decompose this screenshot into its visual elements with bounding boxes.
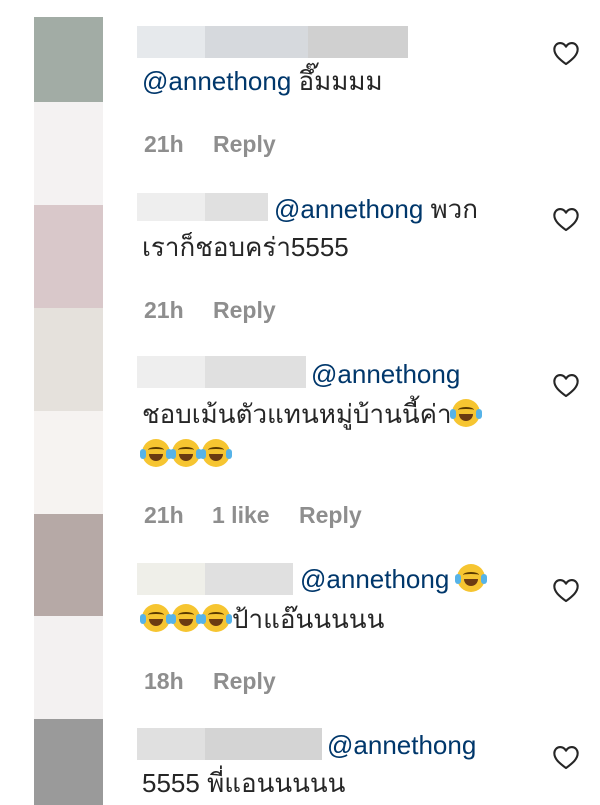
- comment-text-continued: 5555 พี่แอนนนนน: [142, 768, 346, 798]
- heart-outline-icon[interactable]: [552, 744, 580, 770]
- comment-text: @annethong: [327, 724, 476, 766]
- comment: @annethong 5555 พี่แอนนนนน: [0, 0, 600, 805]
- username-redacted[interactable]: [205, 728, 322, 760]
- mention-link[interactable]: @annethong: [327, 730, 476, 760]
- username-redacted[interactable]: [137, 728, 205, 760]
